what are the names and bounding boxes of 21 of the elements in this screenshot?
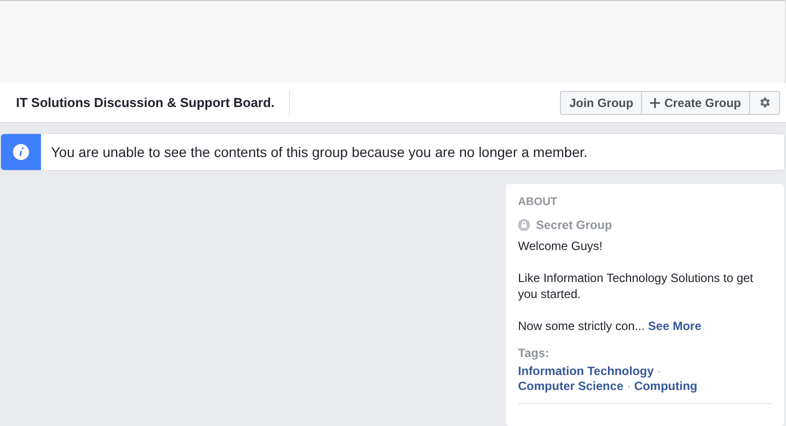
group-name: IT Solutions Discussion & Support Board. xyxy=(16,90,290,116)
privacy-label: Secret Group xyxy=(536,218,612,232)
tag-link[interactable]: Information Technology xyxy=(518,364,654,378)
see-more-link[interactable]: See More xyxy=(648,319,702,333)
lock-icon xyxy=(518,219,530,231)
plus-icon xyxy=(650,98,660,108)
settings-button[interactable] xyxy=(749,90,780,115)
description-text: Welcome Guys! xyxy=(518,238,604,254)
description-text: Now some strictly con... See More xyxy=(518,318,702,334)
tag-link[interactable]: Computing xyxy=(634,379,698,393)
gear-icon xyxy=(758,96,771,110)
tags-label: Tags: xyxy=(518,346,550,360)
create-group-button[interactable]: Create Group xyxy=(641,90,750,115)
about-heading: ABOUT xyxy=(518,196,558,208)
tag-separator: · xyxy=(626,379,631,393)
notice-text: You are unable to see the contents of this group because you are no longer a member. xyxy=(51,144,588,160)
info-icon xyxy=(13,144,29,160)
join-group-button[interactable]: Join Group xyxy=(560,90,642,115)
description-text: Like Information Technology Solutions to get you started. xyxy=(518,270,754,302)
tag-link[interactable]: Computer Science xyxy=(518,379,624,393)
tag-separator: · xyxy=(657,364,662,378)
